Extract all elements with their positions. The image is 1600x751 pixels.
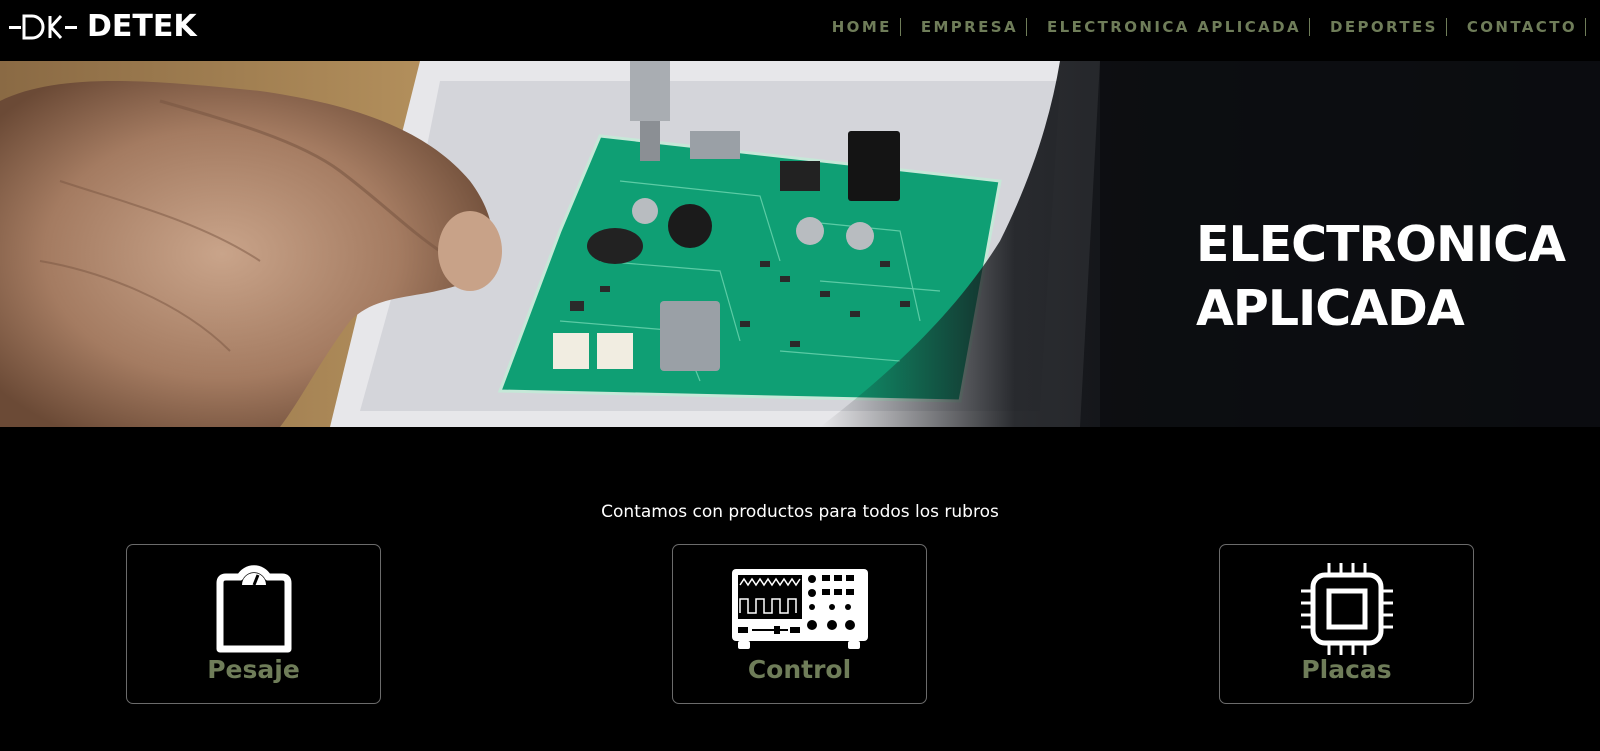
product-card-control[interactable]: Control [672, 544, 927, 704]
scale-icon [127, 561, 380, 657]
chip-icon [1220, 561, 1473, 657]
main-nav: HOME EMPRESA ELECTRONICA APLICADA DEPORT… [832, 17, 1586, 37]
hero-title-line2: APLICADA [1196, 280, 1465, 337]
site-header: DETEK HOME EMPRESA ELECTRONICA APLICADA … [0, 0, 1600, 61]
nav-contacto[interactable]: CONTACTO [1447, 17, 1585, 37]
products-intro: Contamos con productos para todos los ru… [601, 502, 999, 522]
nav-home[interactable]: HOME [832, 17, 900, 37]
oscilloscope-icon [673, 561, 926, 657]
nav-empresa[interactable]: EMPRESA [901, 17, 1026, 37]
product-label-pesaje: Pesaje [207, 655, 300, 684]
logo-mark [9, 13, 83, 41]
hero-title-line1: ELECTRONICA [1196, 216, 1566, 273]
product-card-placas[interactable]: Placas [1219, 544, 1474, 704]
nav-electronica-aplicada[interactable]: ELECTRONICA APLICADA [1027, 17, 1309, 37]
product-card-pesaje[interactable]: Pesaje [126, 544, 381, 704]
product-label-placas: Placas [1301, 655, 1392, 684]
brand-name: DETEK [87, 9, 197, 44]
hero-title: ELECTRONICA APLICADA [1196, 213, 1566, 341]
product-label-control: Control [747, 655, 852, 684]
brand-logo[interactable]: DETEK [9, 9, 197, 45]
nav-divider [1585, 18, 1586, 36]
hero-banner: ELECTRONICA APLICADA [0, 61, 1600, 427]
nav-deportes[interactable]: DEPORTES [1310, 17, 1446, 37]
